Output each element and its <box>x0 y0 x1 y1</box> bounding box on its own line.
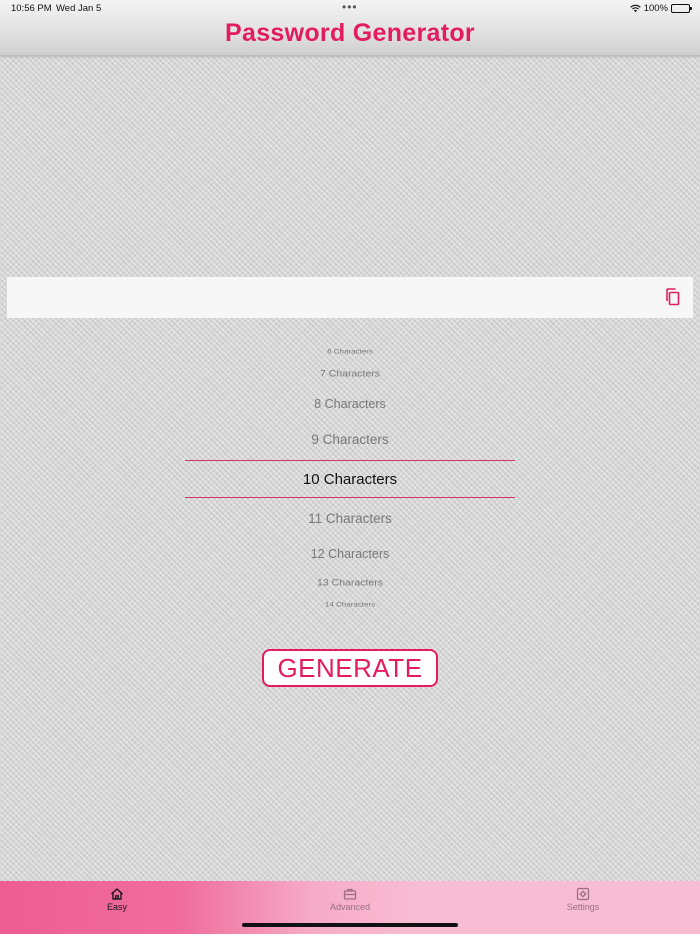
picker-item[interactable]: 12 Characters <box>185 547 515 561</box>
battery-percent: 100% <box>643 3 668 14</box>
picker-selection-line-bottom <box>185 497 515 498</box>
length-picker[interactable]: 6 Characters 7 Characters 8 Characters 9… <box>185 340 515 620</box>
tab-label: Easy <box>106 902 127 912</box>
tab-easy[interactable]: Easy <box>57 887 177 912</box>
wifi-icon <box>629 4 641 13</box>
picker-item[interactable]: 9 Characters <box>185 432 515 447</box>
header: 10:56 PM Wed Jan 5 ••• 100% Password Gen… <box>0 0 700 56</box>
gear-icon <box>576 887 590 901</box>
picker-item[interactable]: 14 Characters <box>185 601 515 608</box>
page-title: Password Generator <box>225 19 475 47</box>
battery-icon <box>671 4 692 13</box>
picker-item[interactable]: 7 Characters <box>185 369 515 380</box>
password-display[interactable] <box>7 277 693 318</box>
home-indicator[interactable] <box>242 923 458 927</box>
picker-item[interactable]: 13 Characters <box>185 578 515 589</box>
briefcase-icon <box>343 888 357 900</box>
picker-item[interactable]: 11 Characters <box>185 511 515 526</box>
picker-item[interactable]: 8 Characters <box>185 397 515 411</box>
generate-button[interactable]: GENERATE <box>262 649 438 687</box>
copy-icon[interactable] <box>663 287 683 307</box>
picker-item-selected[interactable]: 10 Characters <box>185 471 515 488</box>
multitasking-dots[interactable]: ••• <box>342 1 358 13</box>
tab-advanced[interactable]: Advanced <box>290 887 410 912</box>
picker-item[interactable]: 6 Characters <box>185 348 515 355</box>
tab-settings[interactable]: Settings <box>523 887 643 912</box>
status-date: Wed Jan 5 <box>56 3 102 14</box>
status-time: 10:56 PM <box>11 3 52 14</box>
tab-label: Settings <box>566 902 600 912</box>
home-icon <box>111 888 123 900</box>
picker-selection-line-top <box>185 460 515 461</box>
tab-label: Advanced <box>329 902 371 912</box>
status-bar: 10:56 PM Wed Jan 5 ••• 100% <box>0 0 700 18</box>
status-right: 100% <box>629 3 692 14</box>
